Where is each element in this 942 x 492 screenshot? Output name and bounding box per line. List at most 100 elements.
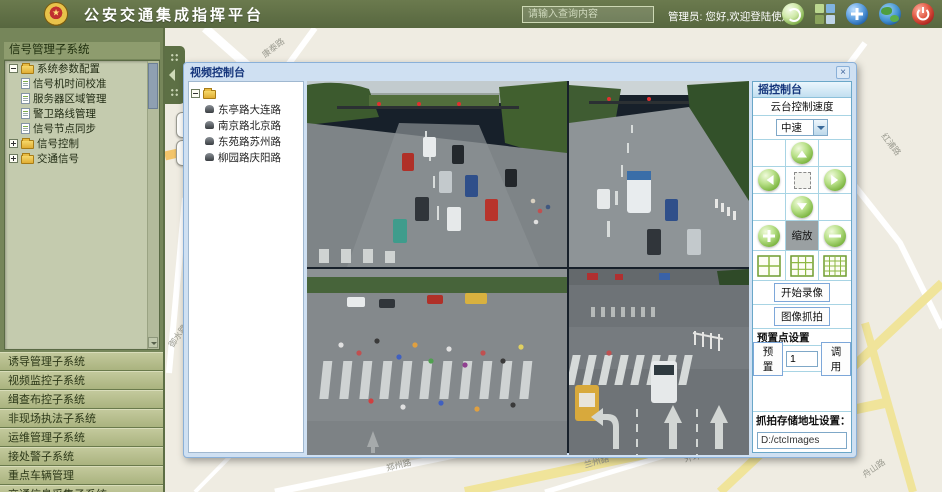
video-grid bbox=[307, 81, 749, 453]
search-input[interactable] bbox=[522, 6, 654, 23]
pan-up-button[interactable] bbox=[791, 142, 813, 164]
sidebar-item-video-surveillance[interactable]: 视频监控子系统 bbox=[0, 371, 163, 390]
sidebar-item-key-vehicles[interactable]: 重点车辆管理 bbox=[0, 466, 163, 485]
sidebar-item-operations[interactable]: 运维管理子系统 bbox=[0, 428, 163, 447]
pan-left-button[interactable] bbox=[758, 169, 780, 191]
camera-item[interactable]: 柳园路庆阳路 bbox=[191, 149, 301, 165]
tree-node-leaf[interactable]: 警卫路线管理 bbox=[5, 106, 159, 121]
chevron-down-icon[interactable] bbox=[813, 120, 827, 135]
tree-node-leaf[interactable]: 服务器区域管理 bbox=[5, 91, 159, 106]
video-feed-1[interactable] bbox=[307, 81, 567, 267]
start-record-button[interactable]: 开始录像 bbox=[774, 283, 830, 302]
collapse-icon[interactable] bbox=[191, 89, 200, 98]
collapse-icon[interactable] bbox=[9, 64, 18, 73]
tree-node-collapsed[interactable]: 交通信号 bbox=[5, 151, 159, 166]
video-feed-3[interactable] bbox=[307, 269, 567, 455]
camera-icon bbox=[205, 105, 214, 113]
dialog-titlebar[interactable]: 视频控制台 × bbox=[184, 63, 856, 81]
power-glyph bbox=[912, 3, 934, 25]
camera-label: 柳园路庆阳路 bbox=[218, 150, 281, 165]
pan-stop-button[interactable] bbox=[794, 172, 811, 189]
ptz-control-panel: 摇控制台 云台控制速度 中速 bbox=[752, 81, 852, 453]
preset-row: 预置 调用 bbox=[753, 346, 851, 372]
layout-row bbox=[753, 251, 851, 281]
call-preset-button[interactable]: 调用 bbox=[821, 342, 851, 376]
sidebar-item-inspection-control[interactable]: 缉查布控子系统 bbox=[0, 390, 163, 409]
sidebar-item-dispatch[interactable]: 接处警子系统 bbox=[0, 447, 163, 466]
camera-item[interactable]: 东苑路苏州路 bbox=[191, 133, 301, 149]
ptz-speed-row: 中速 bbox=[753, 116, 851, 140]
camera-label: 南京路北京路 bbox=[218, 118, 281, 133]
camera-label: 东亭路大连路 bbox=[218, 102, 281, 117]
speed-select[interactable]: 中速 bbox=[776, 119, 828, 136]
tree-node-leaf[interactable]: 信号机时间校准 bbox=[5, 76, 159, 91]
expand-icon[interactable] bbox=[9, 139, 18, 148]
open-folder-icon bbox=[203, 90, 216, 99]
sidebar-collapse-handle[interactable] bbox=[165, 46, 185, 104]
tree-scrollbar[interactable] bbox=[147, 61, 159, 349]
tree-node-label: 交通信号 bbox=[37, 151, 79, 166]
signal-subsystem-title[interactable]: 信号管理子系统 bbox=[4, 42, 160, 59]
camera-item[interactable]: 南京路北京路 bbox=[191, 117, 301, 133]
document-icon bbox=[21, 78, 30, 89]
dialog-title: 视频控制台 bbox=[190, 64, 245, 80]
camera-tree-panel: 东亭路大连路 南京路北京路 东苑路苏州路 柳园路庆阳路 bbox=[188, 81, 304, 453]
speed-select-value: 中速 bbox=[777, 120, 813, 135]
add-icon[interactable] bbox=[846, 3, 868, 25]
apps-grid-icon[interactable] bbox=[815, 4, 835, 24]
sidebar-item-offsite-enforcement[interactable]: 非现场执法子系统 bbox=[0, 409, 163, 428]
sidebar-item-guidance[interactable]: 诱导管理子系统 bbox=[0, 352, 163, 371]
tree-node-collapsed[interactable]: 信号控制 bbox=[5, 136, 159, 151]
zoom-in-button[interactable] bbox=[758, 225, 780, 247]
layout-4x4-icon[interactable] bbox=[823, 255, 847, 277]
preset-number-input[interactable] bbox=[786, 351, 818, 367]
pan-right-button[interactable] bbox=[824, 169, 846, 191]
camera-item[interactable]: 东亭路大连路 bbox=[191, 101, 301, 117]
minus-icon bbox=[829, 234, 841, 237]
camera-tree-root[interactable] bbox=[191, 86, 301, 101]
refresh-icon[interactable] bbox=[782, 3, 804, 25]
preset-button[interactable]: 预置 bbox=[753, 342, 783, 376]
layout-3x3-icon[interactable] bbox=[790, 255, 814, 277]
road-label: 郑州路 bbox=[385, 457, 413, 473]
ptz-spacer bbox=[753, 372, 851, 412]
expand-icon[interactable] bbox=[9, 154, 18, 163]
folder-icon bbox=[21, 140, 34, 149]
layout-2x2-icon[interactable] bbox=[757, 255, 781, 277]
ptz-panel-title: 摇控制台 bbox=[753, 82, 851, 98]
pan-down-button[interactable] bbox=[791, 196, 813, 218]
video-feed-4[interactable] bbox=[569, 269, 749, 455]
road-label: 红浦路 bbox=[879, 131, 903, 158]
video-feed-2[interactable] bbox=[569, 81, 749, 267]
tree-node-label: 信号控制 bbox=[37, 136, 79, 151]
snapshot-button[interactable]: 图像抓拍 bbox=[774, 307, 830, 326]
arrow-up-icon bbox=[797, 146, 807, 158]
scroll-down-icon[interactable] bbox=[148, 337, 158, 348]
scrollbar-thumb[interactable] bbox=[148, 63, 158, 109]
close-icon[interactable]: × bbox=[836, 66, 850, 79]
power-icon[interactable] bbox=[912, 3, 934, 25]
app-title: 公安交通集成指挥平台 bbox=[84, 4, 264, 25]
tree-node-leaf[interactable]: 信号节点同步 bbox=[5, 121, 159, 136]
road-label: 康泰路 bbox=[260, 36, 287, 60]
ptz-speed-label: 云台控制速度 bbox=[753, 98, 851, 116]
tree-node-label: 信号机时间校准 bbox=[33, 76, 107, 91]
globe-icon[interactable] bbox=[879, 3, 901, 25]
signal-tree-panel: 系统参数配置 信号机时间校准 服务器区域管理 警卫路线管理 信号节点同步 bbox=[4, 60, 160, 350]
zoom-out-button[interactable] bbox=[824, 225, 846, 247]
folder-icon bbox=[21, 155, 34, 164]
police-badge-icon: ★ bbox=[44, 2, 68, 26]
sidebar-item-traffic-info[interactable]: 交通信息采集子系统 bbox=[0, 485, 163, 492]
plus-icon bbox=[768, 230, 771, 242]
snapshot-path-input[interactable] bbox=[757, 432, 847, 449]
arrow-right-icon bbox=[831, 175, 843, 185]
tree-node-root[interactable]: 系统参数配置 bbox=[5, 61, 159, 76]
user-greeting: 管理员: 您好,欢迎登陆使用 bbox=[668, 9, 792, 24]
camera-icon bbox=[205, 137, 214, 145]
arrow-down-icon bbox=[797, 203, 807, 215]
app-root: 康泰路 红浦路 御水路 郑州路 兰州路 外环一路 舟山路 ★ 公安交通集成指挥平… bbox=[0, 0, 942, 492]
app-header: ★ 公安交通集成指挥平台 管理员: 您好,欢迎登陆使用 bbox=[0, 0, 942, 28]
document-icon bbox=[21, 108, 30, 119]
dialog-body: 东亭路大连路 南京路北京路 东苑路苏州路 柳园路庆阳路 bbox=[184, 81, 856, 457]
zoom-label[interactable]: 缩放 bbox=[786, 221, 818, 250]
